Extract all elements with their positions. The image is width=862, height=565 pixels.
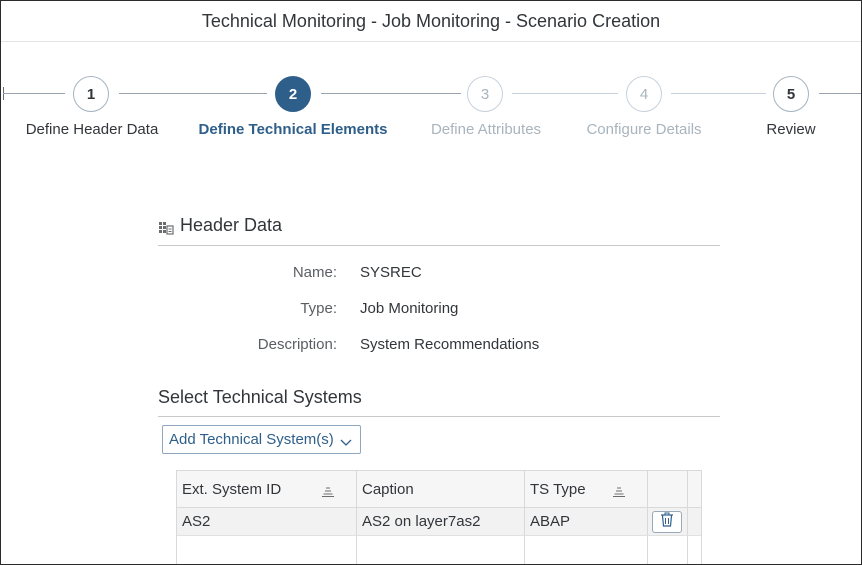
table-row[interactable]: AS2 AS2 on layer7as2 ABAP — [177, 508, 701, 536]
table-empty-row — [177, 536, 701, 564]
field-type: Type: Job Monitoring — [158, 300, 718, 322]
chevron-down-icon — [340, 435, 352, 447]
wizard-step-3-label[interactable]: Define Attributes — [431, 121, 541, 138]
column-header-label: TS Type — [530, 480, 586, 498]
empty-cell — [357, 536, 525, 564]
wizard-step-2[interactable]: 2 — [275, 76, 311, 112]
wizard-step-4[interactable]: 4 — [626, 76, 662, 112]
field-description: Description: System Recommendations — [158, 336, 718, 358]
sort-icon[interactable] — [613, 484, 625, 497]
cell-actions — [648, 508, 688, 535]
column-header-label: Caption — [362, 480, 414, 498]
wizard-step-5[interactable]: 5 — [773, 76, 809, 112]
wizard-step-1[interactable]: 1 — [73, 76, 109, 112]
table-header: Ext. System ID Caption TS Type — [177, 471, 701, 508]
header-data-title: Header Data — [158, 215, 282, 236]
empty-cell — [648, 536, 688, 564]
wizard-connector — [321, 93, 461, 94]
wizard-connector — [819, 93, 861, 94]
wizard-connector — [512, 93, 618, 94]
wizard-step-3[interactable]: 3 — [467, 76, 503, 112]
cell-ts-type: ABAP — [525, 508, 648, 535]
column-header-actions — [648, 471, 688, 507]
add-technical-systems-label: Add Technical System(s) — [169, 431, 334, 448]
wizard-step-5-label[interactable]: Review — [766, 121, 815, 138]
wizard-connector — [671, 93, 766, 94]
empty-cell — [525, 536, 648, 564]
column-header-spacer — [688, 471, 701, 507]
delete-row-button[interactable] — [652, 510, 682, 533]
column-header-ts-type[interactable]: TS Type — [525, 471, 648, 507]
technical-systems-divider — [158, 416, 720, 417]
field-type-value: Job Monitoring — [360, 300, 459, 317]
field-name: Name: SYSREC — [158, 264, 718, 286]
header-data-title-text: Header Data — [180, 215, 283, 235]
technical-systems-table: Ext. System ID Caption TS Type AS2 AS2 o… — [176, 470, 702, 564]
window-title: Technical Monitoring - Job Monitoring - … — [1, 1, 861, 42]
field-type-label: Type: — [300, 300, 337, 317]
column-header-caption[interactable]: Caption — [357, 471, 525, 507]
header-data-divider — [158, 245, 720, 246]
field-name-value: SYSREC — [360, 264, 422, 281]
column-header-ext-system-id[interactable]: Ext. System ID — [177, 471, 357, 507]
sort-icon[interactable] — [322, 484, 334, 497]
wizard-step-1-label[interactable]: Define Header Data — [26, 121, 159, 138]
technical-systems-title: Select Technical Systems — [158, 387, 362, 407]
wizard-connector — [3, 93, 65, 94]
app-window: Technical Monitoring - Job Monitoring - … — [0, 0, 862, 565]
field-description-value: System Recommendations — [360, 336, 540, 353]
field-description-label: Description: — [257, 336, 337, 353]
grid-document-icon — [158, 219, 174, 235]
wizard-step-2-label[interactable]: Define Technical Elements — [199, 121, 388, 138]
empty-cell — [177, 536, 357, 564]
field-name-label: Name: — [292, 264, 337, 281]
add-technical-systems-button[interactable]: Add Technical System(s) — [162, 425, 361, 454]
cell-spacer — [688, 508, 701, 535]
cell-caption: AS2 on layer7as2 — [357, 508, 525, 535]
cell-ext-system-id: AS2 — [177, 508, 357, 535]
wizard-progress: 1 2 3 4 5 Define Header Data Define Tech… — [1, 42, 861, 152]
wizard-step-4-label[interactable]: Configure Details — [586, 121, 701, 138]
trash-icon — [660, 512, 674, 531]
wizard-connector — [119, 93, 267, 94]
column-header-label: Ext. System ID — [182, 480, 282, 498]
empty-cell — [688, 536, 701, 564]
